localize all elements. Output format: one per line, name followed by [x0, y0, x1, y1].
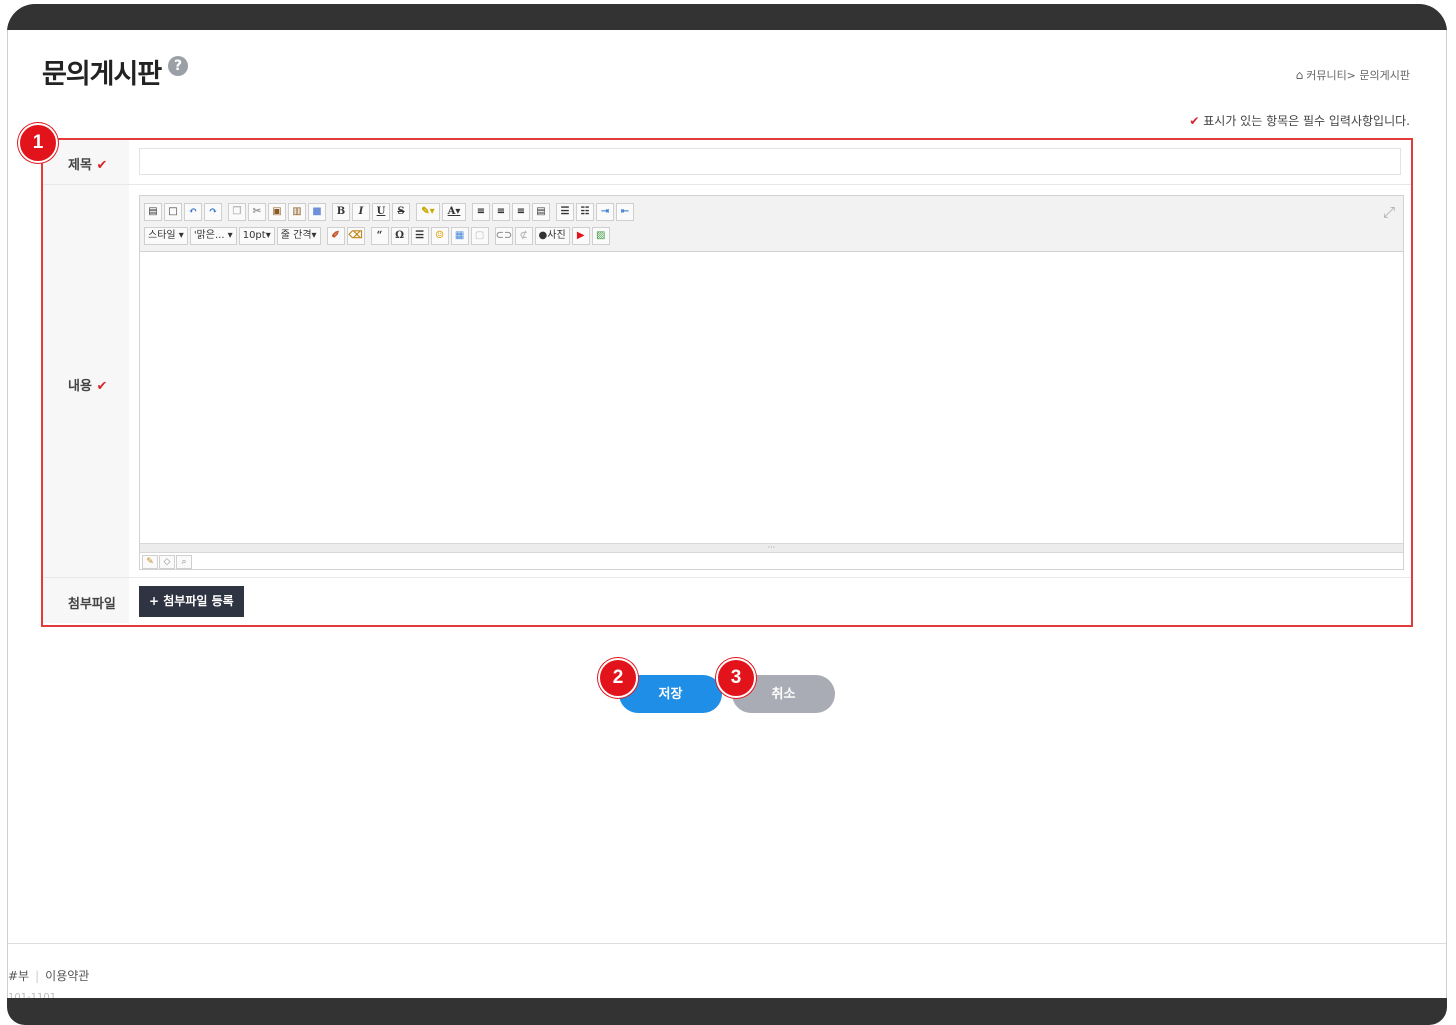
required-note-text: 표시가 있는 항목은 필수 입력사항입니다.	[1203, 114, 1410, 128]
photo-button[interactable]: ●사진	[534, 227, 570, 245]
home-icon[interactable]: ⌂	[1296, 68, 1304, 82]
callout-badge-3: 3	[716, 658, 756, 698]
footer-divider	[8, 943, 1446, 944]
help-icon[interactable]: ?	[168, 56, 188, 76]
quote-icon[interactable]: “	[370, 227, 389, 245]
justify-icon[interactable]: ▤	[532, 203, 550, 221]
table-icon[interactable]: ▦	[450, 227, 469, 245]
toolbar-row-2: 스타일 ▾ '맑은... ▾ 10pt▾ 줄 간격▾ ✐ ⌫ “ Ω ☰ ☺ ▦…	[144, 226, 610, 246]
form-row-title: 제목 ✔	[43, 140, 1411, 185]
redo-icon[interactable]: ↷	[204, 203, 222, 221]
file-label-cell: 첨부파일	[43, 578, 129, 623]
window-frame-right	[1446, 30, 1447, 1000]
html-mode-icon[interactable]: ◇	[159, 555, 175, 569]
outdent-icon[interactable]: ⇤	[616, 203, 634, 221]
callout-badge-2: 2	[598, 658, 638, 698]
breadcrumb: ⌂ 커뮤니티> 문의게시판	[1296, 67, 1410, 83]
camera-icon: ●	[538, 230, 548, 241]
toolbar-row-1: ▤ □ ↶ ↷ ❐ ✂ ▣ ▥ ■ B I U S ✎▾ A▾ ≡ ≡ ≡ ▤ …	[144, 202, 634, 222]
link-icon[interactable]: ⊂⊃	[494, 227, 513, 245]
form-row-attachment: 첨부파일 + 첨부파일 등록	[43, 578, 1411, 623]
callout-badge-1: 1	[18, 123, 58, 163]
emoticon-icon[interactable]: ☺	[430, 227, 449, 245]
align-right-icon[interactable]: ≡	[512, 203, 530, 221]
required-check-icon: ✔	[96, 379, 108, 394]
horizontal-rule-icon[interactable]: ☰	[410, 227, 429, 245]
template-icon[interactable]: ▢	[470, 227, 489, 245]
strikethrough-button[interactable]: S	[392, 203, 410, 221]
eraser-icon[interactable]: ⌫	[346, 227, 365, 245]
editor-mode-bar: ✎ ◇ ⌕	[142, 555, 192, 569]
highlight-color-icon[interactable]: ✎▾	[416, 203, 440, 221]
add-attachment-button[interactable]: + 첨부파일 등록	[139, 586, 244, 617]
file-label: 첨부파일	[68, 597, 116, 612]
unlink-icon[interactable]: ⊄	[514, 227, 533, 245]
editor-toolbar: ▤ □ ↶ ↷ ❐ ✂ ▣ ▥ ■ B I U S ✎▾ A▾ ≡ ≡ ≡ ▤ …	[140, 196, 1403, 252]
align-center-icon[interactable]: ≡	[492, 203, 510, 221]
page: 문의게시판 ? ⌂ 커뮤니티> 문의게시판 ✔ 표시가 있는 항목은 필수 입력사…	[8, 30, 1446, 1003]
footer-link-terms[interactable]: 이용약관	[45, 969, 89, 983]
new-document-icon[interactable]: □	[164, 203, 182, 221]
title-label: 제목	[68, 158, 92, 173]
footer-link-1[interactable]: #부	[8, 969, 29, 983]
editor-content-area[interactable]	[140, 252, 1403, 543]
expand-icon[interactable]: ⤢	[1383, 203, 1395, 221]
undo-icon[interactable]: ↶	[184, 203, 202, 221]
ordered-list-icon[interactable]: ☰	[556, 203, 574, 221]
write-form: 제목 ✔ 내용 ✔ ▤ □ ↶ ↷ ❐ ✂ ▣ ▥ ■ B I U S ✎▾ A…	[41, 138, 1413, 627]
required-check-icon: ✔	[1189, 114, 1200, 128]
title-input[interactable]	[139, 148, 1401, 175]
line-height-dropdown[interactable]: 줄 간격▾	[276, 227, 321, 245]
select-all-icon[interactable]: ■	[308, 203, 326, 221]
paste-icon[interactable]: ▣	[268, 203, 286, 221]
cut-icon[interactable]: ✂	[248, 203, 266, 221]
font-size-dropdown[interactable]: 10pt▾	[238, 227, 275, 245]
form-row-content: 내용 ✔ ▤ □ ↶ ↷ ❐ ✂ ▣ ▥ ■ B I U S ✎▾ A▾ ≡ ≡…	[43, 185, 1411, 578]
paste-text-icon[interactable]: ▥	[288, 203, 306, 221]
special-character-icon[interactable]: Ω	[390, 227, 409, 245]
preview-mode-icon[interactable]: ⌕	[176, 555, 192, 569]
copy-icon[interactable]: ❐	[228, 203, 246, 221]
underline-button[interactable]: U	[372, 203, 390, 221]
bullet-list-icon[interactable]: ☷	[576, 203, 594, 221]
edit-mode-icon[interactable]: ✎	[142, 555, 158, 569]
rich-text-editor: ▤ □ ↶ ↷ ❐ ✂ ▣ ▥ ■ B I U S ✎▾ A▾ ≡ ≡ ≡ ▤ …	[139, 195, 1404, 570]
bold-button[interactable]: B	[332, 203, 350, 221]
required-note: ✔ 표시가 있는 항목은 필수 입력사항입니다.	[1189, 112, 1410, 129]
print-icon[interactable]: ▤	[144, 203, 162, 221]
window-frame-bottom	[7, 998, 1447, 1025]
breadcrumb-text[interactable]: 커뮤니티> 문의게시판	[1306, 69, 1410, 82]
image-icon[interactable]: ▨	[591, 227, 610, 245]
align-left-icon[interactable]: ≡	[472, 203, 490, 221]
content-label-cell: 내용 ✔	[43, 185, 129, 577]
format-painter-icon[interactable]: ✐	[326, 227, 345, 245]
page-title: 문의게시판	[42, 59, 162, 90]
style-dropdown[interactable]: 스타일 ▾	[144, 227, 188, 245]
footer-links: #부 | 이용약관	[8, 969, 90, 983]
font-dropdown[interactable]: '맑은... ▾	[189, 227, 237, 245]
indent-icon[interactable]: ⇥	[596, 203, 614, 221]
required-check-icon: ✔	[96, 158, 108, 173]
video-icon[interactable]: ▶	[571, 227, 590, 245]
italic-button[interactable]: I	[352, 203, 370, 221]
editor-resize-handle[interactable]: ···	[140, 543, 1403, 553]
font-color-icon[interactable]: A▾	[442, 203, 466, 221]
content-label: 내용	[68, 379, 92, 394]
